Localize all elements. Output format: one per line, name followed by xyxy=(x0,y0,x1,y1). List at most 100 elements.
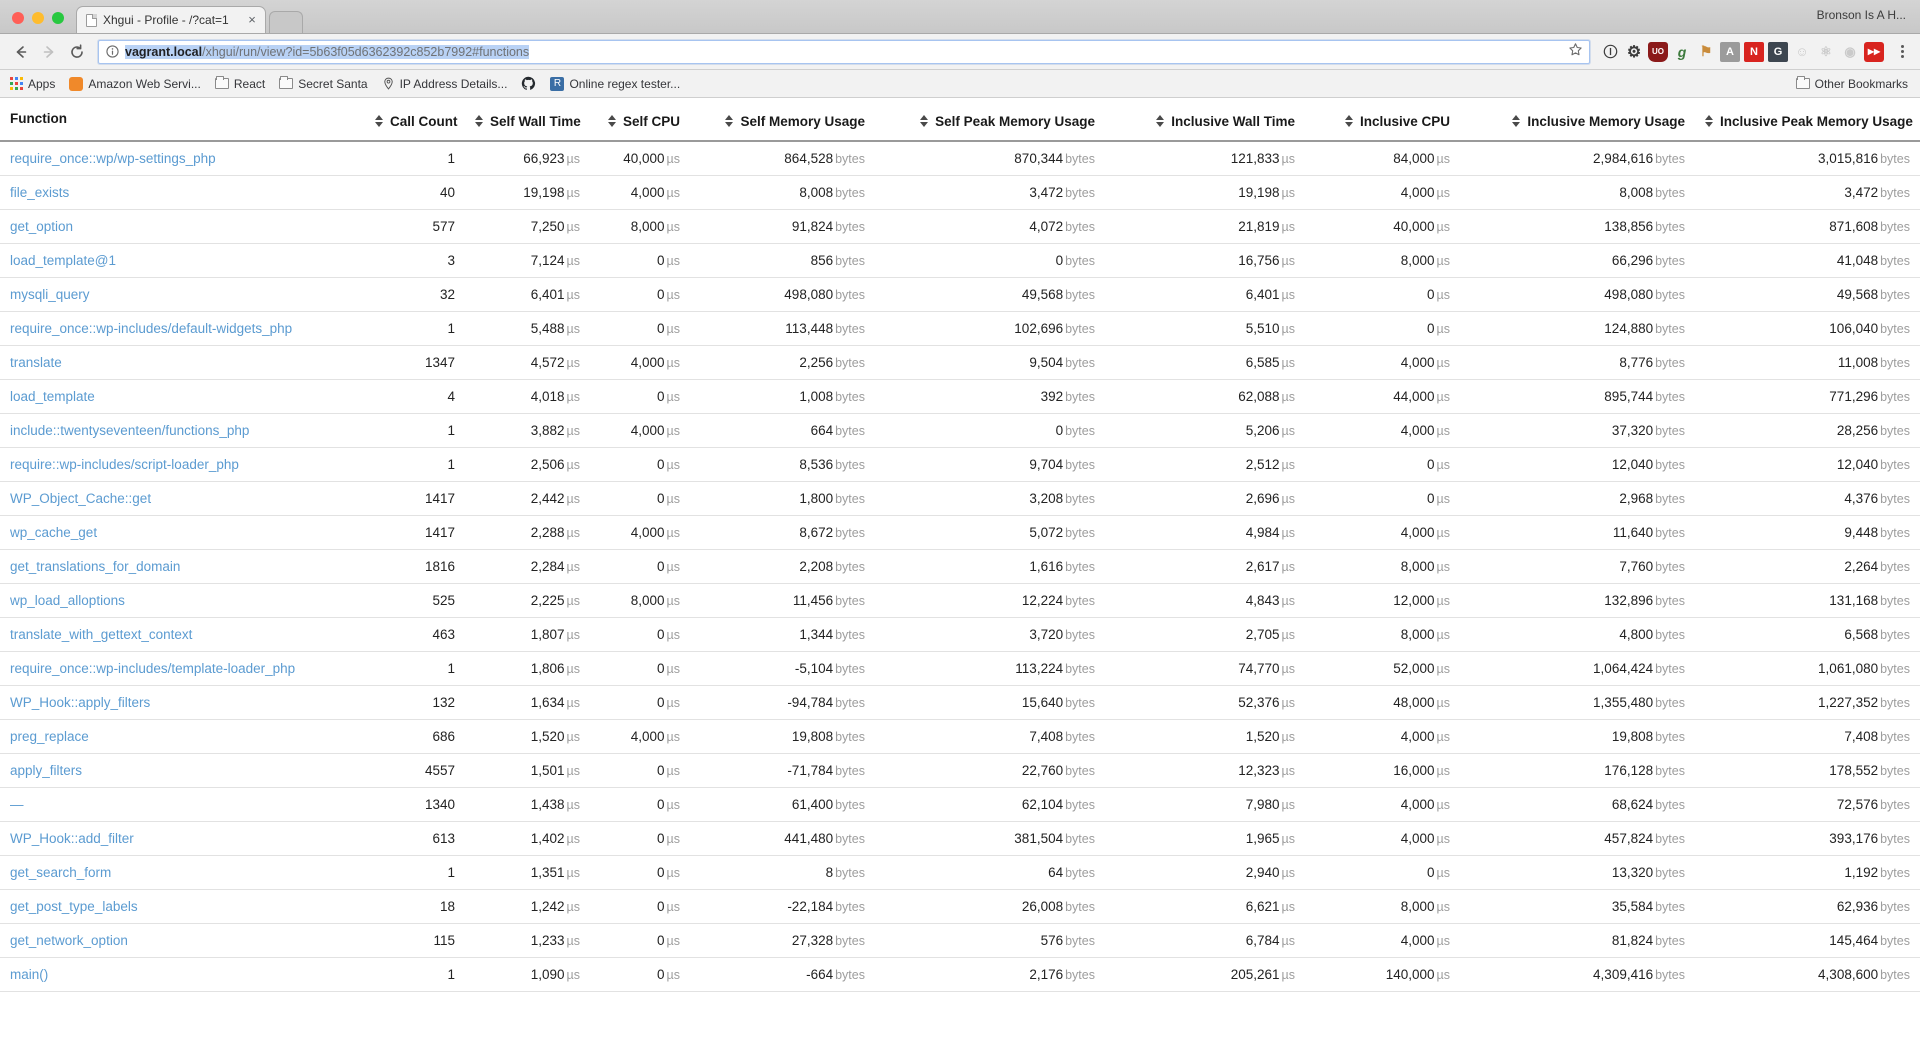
function-link[interactable]: get_translations_for_domain xyxy=(10,559,180,574)
site-info-icon[interactable] xyxy=(106,45,119,58)
function-link[interactable]: wp_load_alloptions xyxy=(10,593,125,608)
bookmark-item-ip-address[interactable]: IP Address Details... xyxy=(382,77,507,91)
function-link[interactable]: require_once::wp-includes/default-widget… xyxy=(10,321,292,336)
sort-icon[interactable] xyxy=(607,115,616,127)
maximize-window-button[interactable] xyxy=(52,12,64,24)
unit-label: bytes xyxy=(1655,967,1685,982)
value: 2,512 xyxy=(1245,456,1280,472)
sort-icon[interactable] xyxy=(1156,115,1165,127)
unit-label: bytes xyxy=(1065,559,1095,574)
function-link[interactable]: WP_Object_Cache::get xyxy=(10,491,151,506)
bookmark-item-secret-santa[interactable]: Secret Santa xyxy=(279,76,368,91)
value: 2,288 xyxy=(530,524,565,540)
browser-tab-active[interactable]: Xhgui - Profile - /?cat=1 × xyxy=(76,6,266,33)
sort-icon[interactable] xyxy=(725,115,734,127)
value: 1,192 xyxy=(1844,864,1879,880)
forward-arrow-icon[interactable] xyxy=(36,39,62,65)
gear-extension[interactable]: ⚙ xyxy=(1624,42,1644,62)
bookmark-item-github[interactable] xyxy=(521,76,536,91)
unit-label: µs xyxy=(566,525,580,540)
address-bar[interactable]: vagrant.local/xhgui/run/view?id=5b63f05d… xyxy=(98,39,1590,64)
function-link[interactable]: get_option xyxy=(10,219,73,234)
sort-icon[interactable] xyxy=(920,115,929,127)
column-header-inclusive-peak-memory-usage[interactable]: Inclusive Peak Memory Usage xyxy=(1695,98,1920,142)
value: 0 xyxy=(657,456,665,472)
bookmark-star-icon[interactable] xyxy=(1568,42,1583,62)
ghost-extension[interactable]: ☺ xyxy=(1792,42,1812,62)
function-link[interactable]: include::twentyseventeen/functions_php xyxy=(10,423,249,438)
sort-icon[interactable] xyxy=(475,115,483,127)
function-link[interactable]: wp_cache_get xyxy=(10,525,97,540)
column-header-self-peak-memory-usage[interactable]: Self Peak Memory Usage xyxy=(875,98,1105,142)
minimize-window-button[interactable] xyxy=(32,12,44,24)
column-header-inclusive-cpu[interactable]: Inclusive CPU xyxy=(1305,98,1460,142)
react-devtools-extension[interactable]: ⚛ xyxy=(1816,42,1836,62)
close-window-button[interactable] xyxy=(12,12,24,24)
info-extension[interactable] xyxy=(1600,42,1620,62)
column-header-self-wall-time[interactable]: Self Wall Time xyxy=(465,98,590,142)
cell-self-memory-usage: 498,080 bytes xyxy=(690,277,875,312)
three-dots-menu-icon[interactable] xyxy=(1892,45,1912,58)
cell-self-peak-memory-usage: 3,472 bytes xyxy=(875,175,1105,210)
sort-icon[interactable] xyxy=(375,115,383,127)
reload-icon[interactable] xyxy=(64,39,90,65)
database-extension[interactable]: ◉ xyxy=(1840,42,1860,62)
value: 0 xyxy=(657,694,665,710)
bookmark-item-react[interactable]: React xyxy=(214,76,265,91)
function-link[interactable]: file_exists xyxy=(10,185,69,200)
function-link[interactable]: load_template xyxy=(10,389,95,404)
letter-a-extension[interactable]: A xyxy=(1720,41,1740,62)
unit-label: µs xyxy=(1436,321,1450,336)
signpost-extension[interactable]: ⚑ xyxy=(1696,42,1716,62)
cell-inclusive-peak-memory-usage: 6,568 bytes xyxy=(1695,617,1920,652)
function-link[interactable]: main() xyxy=(10,967,48,982)
column-header-inclusive-memory-usage[interactable]: Inclusive Memory Usage xyxy=(1460,98,1695,142)
column-header-self-cpu[interactable]: Self CPU xyxy=(590,98,690,142)
function-link[interactable]: require::wp-includes/script-loader_php xyxy=(10,457,239,472)
bookmark-item-aws[interactable]: Amazon Web Servi... xyxy=(69,76,201,91)
column-header-call-count[interactable]: Call Count xyxy=(365,98,465,142)
unit-label: bytes xyxy=(1655,695,1685,710)
function-link[interactable]: apply_filters xyxy=(10,763,82,778)
function-link[interactable]: translate_with_gettext_context xyxy=(10,627,192,642)
unit-label: µs xyxy=(666,865,680,880)
bookmark-item-regex-tester[interactable]: R Online regex tester... xyxy=(550,76,680,91)
function-link[interactable]: require_once::wp/wp-settings_php xyxy=(10,151,216,166)
cell-self-wall-time: 2,442 µs xyxy=(465,481,590,516)
function-link[interactable]: WP_Hook::apply_filters xyxy=(10,695,150,710)
url-text[interactable]: vagrant.local/xhgui/run/view?id=5b63f05d… xyxy=(125,44,1568,59)
new-tab-button[interactable] xyxy=(269,11,303,33)
ublock-origin-extension[interactable]: UO xyxy=(1648,41,1668,62)
value: 0 xyxy=(657,490,665,506)
function-link[interactable]: WP_Hook::add_filter xyxy=(10,831,134,846)
cell-self-cpu: 0 µs xyxy=(590,787,690,822)
unit-label: µs xyxy=(1281,253,1295,268)
other-bookmarks-button[interactable]: Other Bookmarks xyxy=(1795,76,1908,91)
value: 1 xyxy=(447,456,455,472)
function-link[interactable]: get_search_form xyxy=(10,865,111,880)
grammarly-extension[interactable]: g xyxy=(1672,42,1692,62)
back-arrow-icon[interactable] xyxy=(8,39,34,65)
function-link[interactable]: require_once::wp-includes/template-loade… xyxy=(10,661,295,676)
value: 4,072 xyxy=(1029,218,1064,234)
function-link[interactable]: load_template@1 xyxy=(10,253,116,268)
grayscale-g-extension[interactable]: G xyxy=(1768,41,1788,62)
sort-icon[interactable] xyxy=(1512,115,1521,127)
video-downloader-extension[interactable]: ▶▶ xyxy=(1864,41,1884,62)
function-link[interactable]: get_network_option xyxy=(10,933,128,948)
function-link[interactable]: get_post_type_labels xyxy=(10,899,138,914)
column-header-self-memory-usage[interactable]: Self Memory Usage xyxy=(690,98,875,142)
amazon-icon xyxy=(69,76,84,91)
bookmark-apps[interactable]: Apps xyxy=(10,77,55,91)
function-link[interactable]: mysqli_query xyxy=(10,287,90,302)
function-link[interactable]: translate xyxy=(10,355,62,370)
sort-icon[interactable] xyxy=(1705,115,1713,127)
column-header-inclusive-wall-time[interactable]: Inclusive Wall Time xyxy=(1105,98,1305,142)
sort-icon[interactable] xyxy=(1344,115,1353,127)
column-header-function[interactable]: Function xyxy=(0,98,365,142)
function-link[interactable]: — xyxy=(10,797,24,812)
cell-call-count: 1 xyxy=(365,413,465,448)
evernote-extension[interactable]: N xyxy=(1744,41,1764,62)
function-link[interactable]: preg_replace xyxy=(10,729,89,744)
close-tab-icon[interactable]: × xyxy=(245,13,259,27)
